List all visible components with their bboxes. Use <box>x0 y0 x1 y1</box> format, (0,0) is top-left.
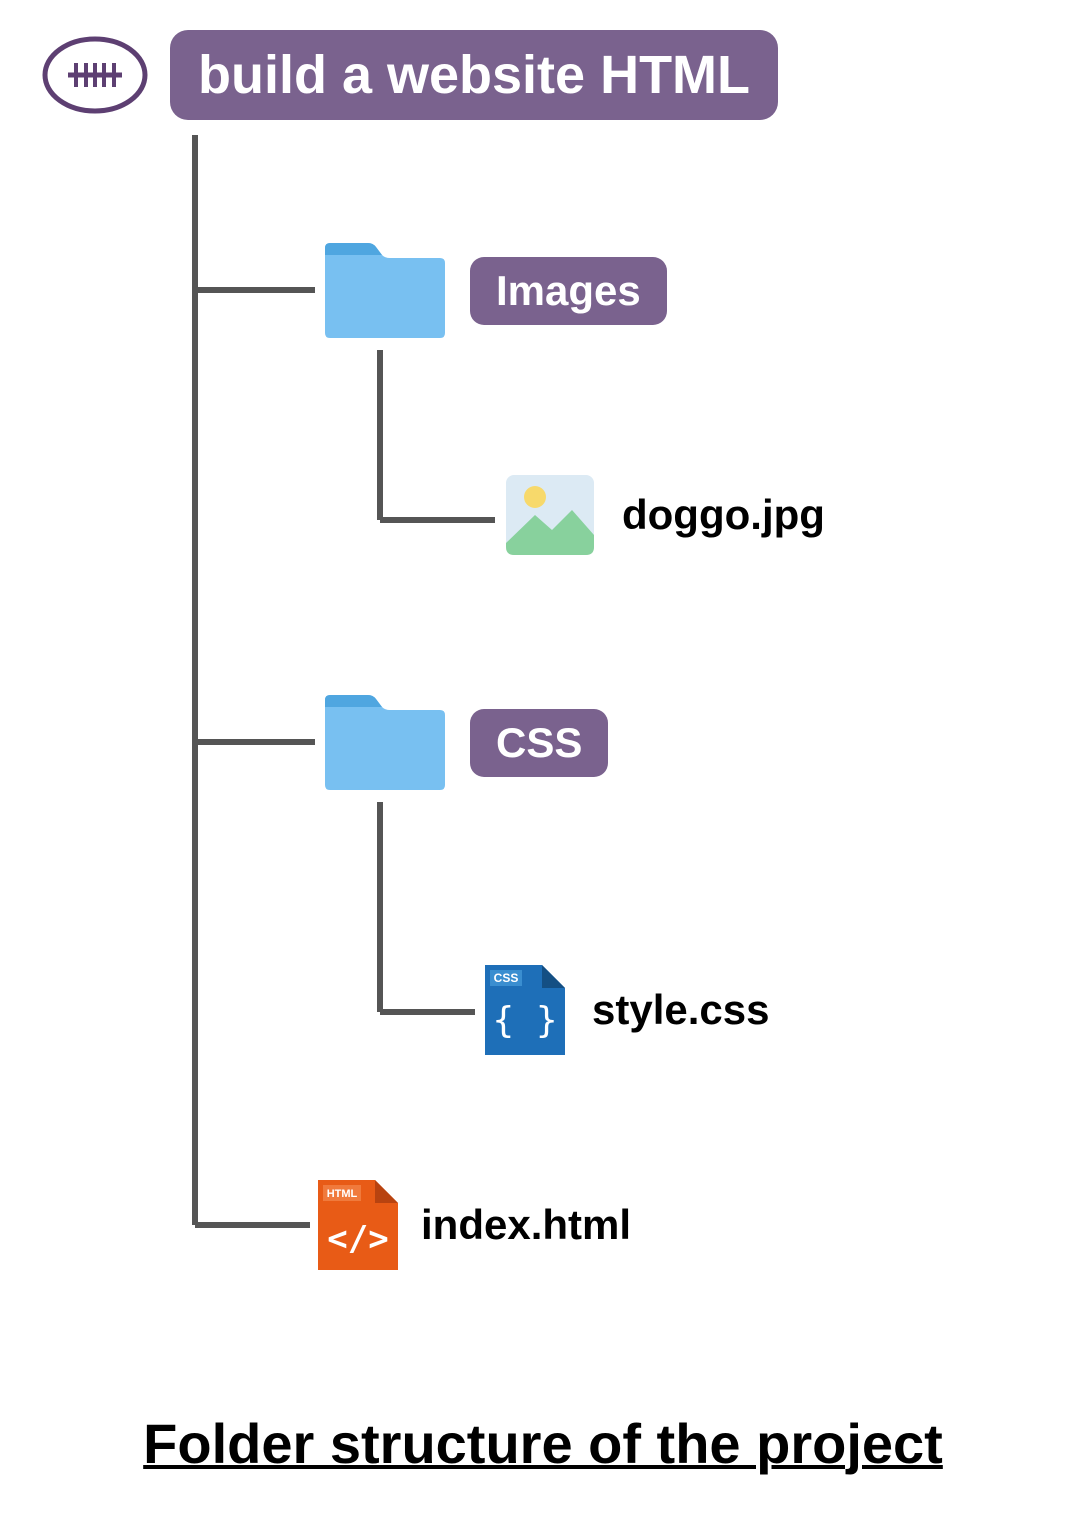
html-file-icon: HTML </> <box>313 1175 403 1275</box>
diagram-caption: Folder structure of the project <box>143 1411 943 1476</box>
doggo-file-label: doggo.jpg <box>622 491 825 539</box>
style-file-label: style.css <box>592 986 769 1034</box>
folder-icon <box>320 690 450 795</box>
images-folder-label: Images <box>470 257 667 325</box>
svg-text:{ }: { } <box>492 1000 557 1041</box>
root-folder-label: build a website HTML <box>170 30 778 120</box>
css-file-icon: CSS { } <box>480 960 570 1060</box>
folder-icon <box>320 238 450 343</box>
image-file-icon <box>500 465 600 565</box>
svg-text:</>: </> <box>327 1219 388 1259</box>
style-file-node: CSS { } style.css <box>480 960 769 1060</box>
root-folder-node: build a website HTML <box>40 30 778 120</box>
css-badge-text: CSS <box>494 971 519 985</box>
images-folder-node: Images <box>320 238 667 343</box>
doggo-file-node: doggo.jpg <box>500 465 825 565</box>
css-folder-label: CSS <box>470 709 608 777</box>
css-folder-node: CSS <box>320 690 608 795</box>
football-icon <box>40 35 150 115</box>
diagram-canvas: build a website HTML Images doggo.jpg CS… <box>0 0 1086 1536</box>
html-badge-text: HTML <box>327 1188 358 1200</box>
index-file-label: index.html <box>421 1201 631 1249</box>
index-file-node: HTML </> index.html <box>313 1175 631 1275</box>
